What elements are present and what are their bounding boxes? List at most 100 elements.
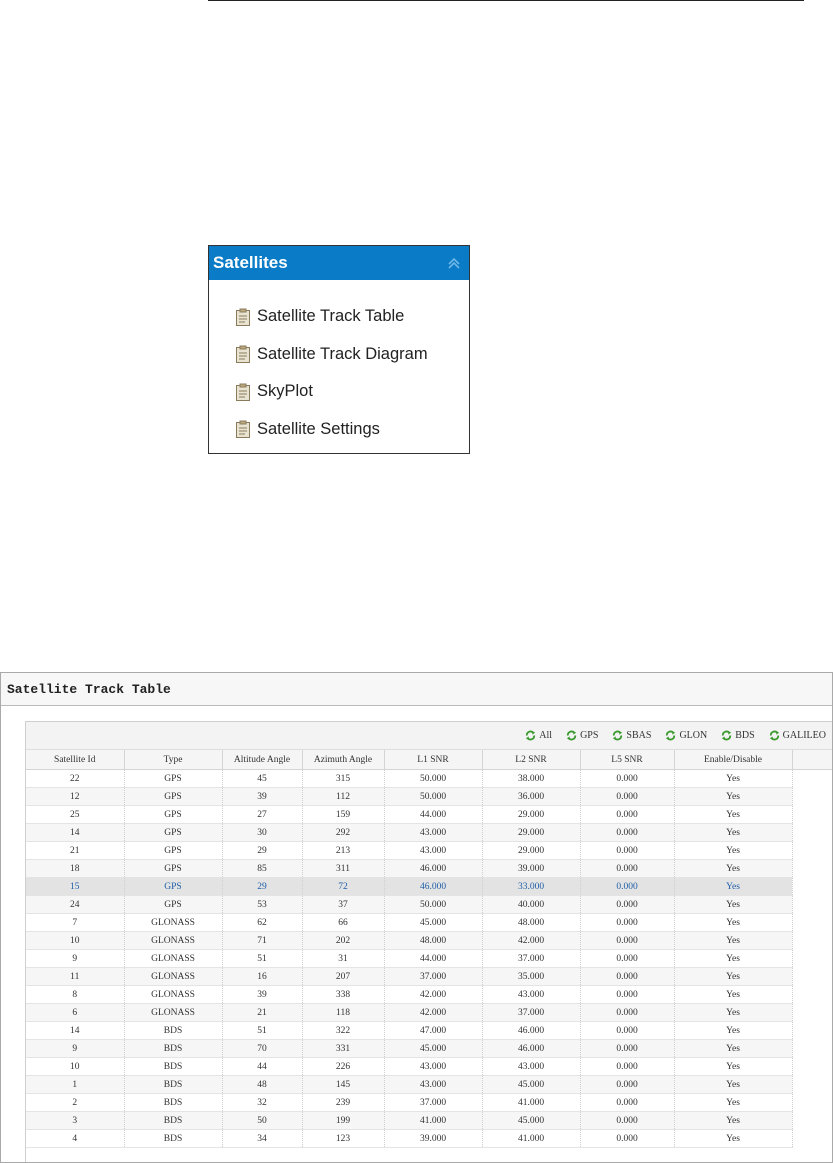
- column-header-type[interactable]: Type: [124, 750, 223, 770]
- l2-snr-cell: 36.000: [482, 787, 581, 806]
- filter-bds-button[interactable]: BDS: [721, 730, 755, 741]
- menu-title: Satellites: [213, 253, 288, 272]
- column-header-l2-snr[interactable]: L2 SNR: [482, 750, 581, 770]
- l2-snr-cell: 29.000: [482, 805, 581, 824]
- l2-snr-cell: 35.000: [482, 967, 581, 986]
- l1-snr-cell: 47.000: [384, 1021, 483, 1040]
- row-spacer-cell: [792, 823, 832, 842]
- l5-snr-cell: 0.000: [580, 967, 675, 986]
- table-row[interactable]: 6 GLONASS 21 118 42.000 37.000 0.000 Yes: [26, 1003, 832, 1022]
- table-row[interactable]: 3 BDS 50 199 41.000 45.000 0.000 Yes: [26, 1111, 832, 1130]
- column-header-azimuth-angle[interactable]: Azimuth Angle: [302, 750, 385, 770]
- enable-disable-cell: Yes: [674, 769, 793, 788]
- altitude-angle-cell: 51: [222, 1021, 303, 1040]
- table-header-row: Satellite Id Type Altitude Angle Azimuth…: [26, 750, 832, 770]
- type-cell: GPS: [124, 841, 223, 860]
- refresh-icon: [666, 730, 676, 741]
- l5-snr-cell: 0.000: [580, 787, 675, 806]
- row-spacer-cell: [792, 877, 832, 896]
- filter-glon-button[interactable]: GLON: [665, 730, 707, 741]
- satellite-track-table: Satellite Id Type Altitude Angle Azimuth…: [26, 750, 832, 1148]
- l2-snr-cell: 33.000: [482, 877, 581, 896]
- enable-disable-cell: Yes: [674, 895, 793, 914]
- table-row[interactable]: 9 GLONASS 51 31 44.000 37.000 0.000 Yes: [26, 949, 832, 968]
- altitude-angle-cell: 71: [222, 931, 303, 950]
- l1-snr-cell: 37.000: [384, 1093, 483, 1112]
- menu-item-label: Satellite Settings: [257, 419, 380, 438]
- azimuth-angle-cell: 199: [302, 1111, 385, 1130]
- column-header-enable-disable[interactable]: Enable/Disable: [674, 750, 793, 770]
- azimuth-angle-cell: 37: [302, 895, 385, 914]
- table-row[interactable]: 2 BDS 32 239 37.000 41.000 0.000 Yes: [26, 1093, 832, 1112]
- table-row[interactable]: 9 BDS 70 331 45.000 46.000 0.000 Yes: [26, 1039, 832, 1058]
- menu-item-skyplot[interactable]: SkyPlot: [209, 373, 469, 411]
- table-row[interactable]: 14 GPS 30 292 43.000 29.000 0.000 Yes: [26, 823, 832, 842]
- satellite-id-cell: 18: [26, 859, 125, 878]
- table-row[interactable]: 25 GPS 27 159 44.000 29.000 0.000 Yes: [26, 805, 832, 824]
- menu-item-satellite-track-table[interactable]: Satellite Track Table: [209, 298, 469, 336]
- filter-label: SBAS: [626, 730, 652, 741]
- l5-snr-cell: 0.000: [580, 823, 675, 842]
- satellite-id-cell: 8: [26, 985, 125, 1004]
- row-spacer-cell: [792, 985, 832, 1004]
- menu-item-satellite-track-diagram[interactable]: Satellite Track Diagram: [209, 336, 469, 374]
- table-row[interactable]: 24 GPS 53 37 50.000 40.000 0.000 Yes: [26, 895, 832, 914]
- azimuth-angle-cell: 112: [302, 787, 385, 806]
- enable-disable-cell: Yes: [674, 967, 793, 986]
- table-row[interactable]: 10 BDS 44 226 43.000 43.000 0.000 Yes: [26, 1057, 832, 1076]
- azimuth-angle-cell: 72: [302, 877, 385, 896]
- enable-disable-cell: Yes: [674, 1093, 793, 1112]
- double-chevron-up-icon[interactable]: [445, 254, 463, 272]
- type-cell: BDS: [124, 1075, 223, 1094]
- l2-snr-cell: 40.000: [482, 895, 581, 914]
- satellites-menu-panel: Satellites Satellite Track Table Satelli…: [208, 245, 470, 454]
- table-row[interactable]: 18 GPS 85 311 46.000 39.000 0.000 Yes: [26, 859, 832, 878]
- table-row[interactable]: 15 GPS 29 72 46.000 33.000 0.000 Yes: [26, 877, 832, 896]
- table-row[interactable]: 11 GLONASS 16 207 37.000 35.000 0.000 Yes: [26, 967, 832, 986]
- menu-header[interactable]: Satellites: [209, 246, 469, 280]
- row-spacer-cell: [792, 859, 832, 878]
- l1-snr-cell: 43.000: [384, 1075, 483, 1094]
- altitude-angle-cell: 85: [222, 859, 303, 878]
- filter-sbas-button[interactable]: SBAS: [612, 730, 651, 741]
- filter-gps-button[interactable]: GPS: [566, 730, 598, 741]
- type-cell: BDS: [124, 1021, 223, 1040]
- satellite-id-cell: 1: [26, 1075, 125, 1094]
- row-spacer-cell: [792, 913, 832, 932]
- row-spacer-cell: [792, 1129, 832, 1148]
- table-row[interactable]: 4 BDS 34 123 39.000 41.000 0.000 Yes: [26, 1129, 832, 1148]
- table-row[interactable]: 8 GLONASS 39 338 42.000 43.000 0.000 Yes: [26, 985, 832, 1004]
- satellite-id-cell: 3: [26, 1111, 125, 1130]
- column-header-l5-snr[interactable]: L5 SNR: [580, 750, 675, 770]
- row-spacer-cell: [792, 1039, 832, 1058]
- l1-snr-cell: 50.000: [384, 895, 483, 914]
- table-row[interactable]: 22 GPS 45 315 50.000 38.000 0.000 Yes: [26, 769, 832, 788]
- type-cell: BDS: [124, 1111, 223, 1130]
- column-header-l1-snr[interactable]: L1 SNR: [384, 750, 483, 770]
- table-row[interactable]: 10 GLONASS 71 202 48.000 42.000 0.000 Yes: [26, 931, 832, 950]
- table-row[interactable]: 12 GPS 39 112 50.000 36.000 0.000 Yes: [26, 787, 832, 806]
- row-spacer-cell: [792, 967, 832, 986]
- row-spacer-cell: [792, 805, 832, 824]
- table-row[interactable]: 21 GPS 29 213 43.000 29.000 0.000 Yes: [26, 841, 832, 860]
- window-title: Satellite Track Table: [1, 673, 832, 706]
- l2-snr-cell: 46.000: [482, 1021, 581, 1040]
- column-header-satellite-id[interactable]: Satellite Id: [26, 750, 125, 770]
- filter-all-button[interactable]: All: [525, 730, 552, 741]
- table-row[interactable]: 14 BDS 51 322 47.000 46.000 0.000 Yes: [26, 1021, 832, 1040]
- l1-snr-cell: 48.000: [384, 931, 483, 950]
- table-row[interactable]: 7 GLONASS 62 66 45.000 48.000 0.000 Yes: [26, 913, 832, 932]
- altitude-angle-cell: 29: [222, 877, 303, 896]
- row-spacer-cell: [792, 949, 832, 968]
- menu-item-satellite-settings[interactable]: Satellite Settings: [209, 411, 469, 449]
- enable-disable-cell: Yes: [674, 1039, 793, 1058]
- satellite-id-cell: 24: [26, 895, 125, 914]
- altitude-angle-cell: 44: [222, 1057, 303, 1076]
- l5-snr-cell: 0.000: [580, 1021, 675, 1040]
- filter-galileo-button[interactable]: GALILEO: [769, 730, 826, 741]
- enable-disable-cell: Yes: [674, 1129, 793, 1148]
- column-header-altitude-angle[interactable]: Altitude Angle: [222, 750, 303, 770]
- altitude-angle-cell: 39: [222, 985, 303, 1004]
- menu-list: Satellite Track Table Satellite Track Di…: [209, 280, 469, 448]
- table-row[interactable]: 1 BDS 48 145 43.000 45.000 0.000 Yes: [26, 1075, 832, 1094]
